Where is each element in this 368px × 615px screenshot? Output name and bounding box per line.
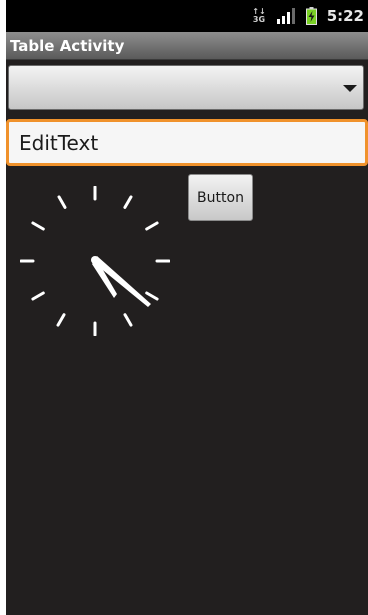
edit-text-field[interactable]: EditText <box>6 119 368 166</box>
spinner-dropdown[interactable] <box>8 65 364 110</box>
edit-text-value: EditText <box>19 131 99 155</box>
button-label: Button <box>197 189 244 206</box>
data-3g-icon: ↑↓ 3G <box>252 8 265 24</box>
battery-charging-icon <box>305 7 317 25</box>
clock-center <box>91 256 99 264</box>
signal-icon <box>276 8 296 24</box>
app-screen: ↑↓ 3G 5:22 Table Activity EditText Butto… <box>6 0 368 615</box>
minute-hand <box>93 256 151 307</box>
analog-clock <box>20 186 170 336</box>
activity-title: Table Activity <box>10 37 125 55</box>
status-time: 5:22 <box>326 7 364 25</box>
button[interactable]: Button <box>188 174 253 221</box>
network-type-label: 3G <box>252 15 266 24</box>
dropdown-arrow-icon <box>343 85 357 92</box>
title-bar: Table Activity <box>6 32 368 60</box>
clock-hands <box>91 256 151 307</box>
status-bar: ↑↓ 3G 5:22 <box>6 0 368 32</box>
